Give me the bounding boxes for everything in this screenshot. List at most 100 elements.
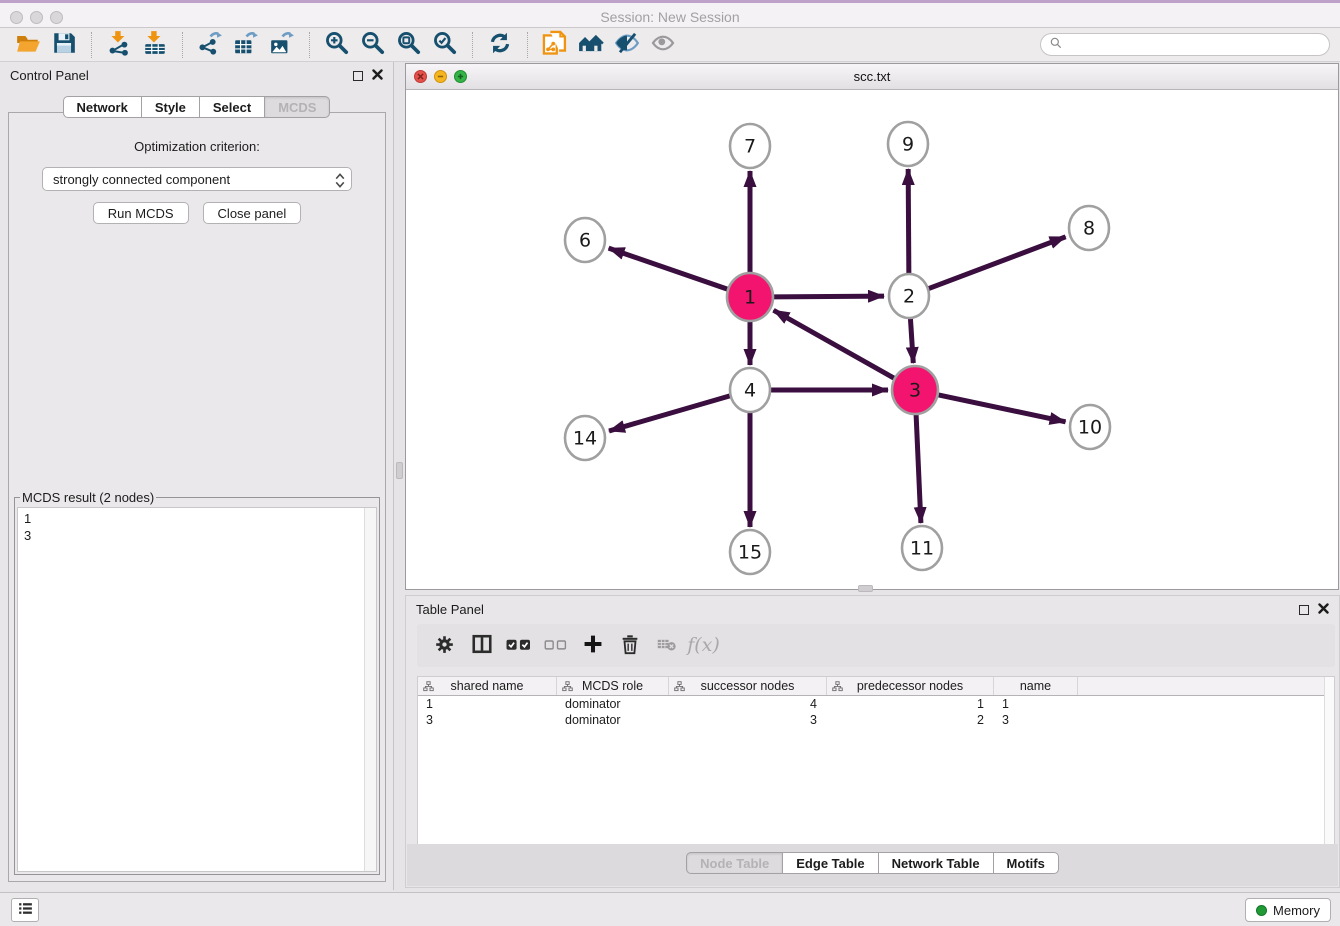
column-header-MCDS-role[interactable]: MCDS role — [557, 677, 669, 695]
zoom-out-button[interactable] — [355, 30, 391, 60]
table-cell-name[interactable]: 3 — [994, 712, 1078, 728]
vertical-splitter-handle[interactable] — [396, 462, 403, 479]
table-panel-close-icon[interactable] — [1318, 602, 1329, 617]
graph-edge-3-11[interactable] — [916, 414, 921, 523]
graph-edge-2-8[interactable] — [929, 237, 1066, 289]
graph-node-4[interactable]: 4 — [730, 368, 770, 412]
table-cell-shared-name[interactable]: 3 — [418, 712, 557, 728]
table-cell-shared-name[interactable]: 1 — [418, 696, 557, 712]
mcds-tab-content: Optimization criterion: strongly connect… — [8, 112, 386, 882]
table-row[interactable]: 3dominator323 — [418, 712, 1334, 728]
memory-button[interactable]: Memory — [1245, 898, 1331, 922]
settings-gear-icon — [434, 634, 455, 658]
column-tree-icon — [832, 681, 843, 695]
zoom-fit-button[interactable] — [391, 30, 427, 60]
export-network-icon — [197, 30, 223, 59]
tab-style[interactable]: Style — [142, 96, 200, 118]
close-panel-button[interactable]: Close panel — [203, 202, 302, 224]
tab-mcds[interactable]: MCDS — [265, 96, 330, 118]
table-cell-MCDS-role[interactable]: dominator — [557, 696, 669, 712]
node-table-header: shared nameMCDS rolesuccessor nodesprede… — [418, 677, 1334, 696]
table-row[interactable]: 1dominator411 — [418, 696, 1334, 712]
import-network-button[interactable] — [101, 30, 137, 60]
graph-edge-3-1[interactable] — [774, 310, 895, 378]
task-history-button[interactable] — [11, 898, 39, 922]
column-header-successor-nodes[interactable]: successor nodes — [669, 677, 827, 695]
graph-edge-1-2[interactable] — [774, 296, 884, 297]
app-title: Session: New Session — [0, 9, 1340, 25]
table-cell-successor-nodes[interactable]: 3 — [669, 712, 827, 728]
graph-node-10[interactable]: 10 — [1070, 405, 1110, 449]
tab-edge-table[interactable]: Edge Table — [783, 852, 878, 874]
table-cell-predecessor-nodes[interactable]: 1 — [827, 696, 994, 712]
table-panel-title: Table Panel — [416, 602, 484, 617]
column-tree-icon — [562, 681, 573, 695]
save-session-button[interactable] — [46, 30, 82, 60]
graph-node-7[interactable]: 7 — [730, 124, 770, 168]
select-all-checkboxes-button[interactable] — [500, 628, 537, 664]
graph-edge-1-6[interactable] — [609, 248, 728, 289]
column-header-predecessor-nodes[interactable]: predecessor nodes — [827, 677, 994, 695]
settings-gear-button[interactable] — [426, 628, 463, 664]
export-network-button[interactable] — [192, 30, 228, 60]
export-image-button[interactable] — [264, 30, 300, 60]
horizontal-splitter-handle[interactable] — [858, 585, 873, 592]
export-table-button[interactable] — [228, 30, 264, 60]
tab-motifs[interactable]: Motifs — [994, 852, 1059, 874]
import-network-icon — [106, 30, 132, 59]
graph-node-8[interactable]: 8 — [1069, 206, 1109, 250]
table-cell-name[interactable]: 1 — [994, 696, 1078, 712]
search-input[interactable] — [1068, 37, 1321, 52]
tab-network[interactable]: Network — [63, 96, 142, 118]
open-session-button[interactable] — [10, 30, 46, 60]
hide-selected-eye-button[interactable] — [609, 30, 645, 60]
hide-selected-eye-icon — [613, 30, 641, 59]
add-column-button[interactable] — [574, 628, 611, 664]
criterion-dropdown[interactable]: strongly connected component — [42, 167, 352, 191]
graph-canvas[interactable]: 7 9 6 8 1 2 4 3 14 10 15 11 — [406, 90, 1338, 589]
graph-edge-3-10[interactable] — [938, 395, 1065, 422]
graph-node-3[interactable]: 3 — [892, 366, 938, 414]
graph-node-14[interactable]: 14 — [565, 416, 605, 460]
svg-text:1: 1 — [744, 287, 756, 309]
import-table-button[interactable] — [137, 30, 173, 60]
clone-network-button[interactable] — [537, 30, 573, 60]
graph-node-6[interactable]: 6 — [565, 218, 605, 262]
graph-node-15[interactable]: 15 — [730, 530, 770, 574]
show-all-eye-button[interactable] — [645, 30, 681, 60]
column-header-shared-name[interactable]: shared name — [418, 677, 557, 695]
deselect-all-checkboxes-button[interactable] — [537, 628, 574, 664]
delete-column-button[interactable] — [611, 628, 648, 664]
control-panel-float-icon[interactable] — [353, 71, 363, 81]
graph-edge-2-3[interactable] — [910, 317, 913, 363]
run-mcds-button[interactable]: Run MCDS — [93, 202, 189, 224]
table-cell-successor-nodes[interactable]: 4 — [669, 696, 827, 712]
graph-node-11[interactable]: 11 — [902, 526, 942, 570]
table-panel-float-icon[interactable] — [1299, 605, 1309, 615]
mcds-result-fieldset: MCDS result (2 nodes) 13 — [14, 490, 380, 875]
zoom-selected-button[interactable] — [427, 30, 463, 60]
control-panel-close-icon[interactable] — [372, 68, 383, 83]
column-tree-icon — [674, 681, 685, 695]
search-box[interactable] — [1040, 33, 1330, 56]
graph-edge-4-14[interactable] — [609, 396, 730, 431]
refresh-layout-button[interactable] — [482, 30, 518, 60]
mcds-result-scrollbar[interactable] — [364, 508, 376, 871]
tab-select[interactable]: Select — [200, 96, 265, 118]
zoom-in-button[interactable] — [319, 30, 355, 60]
node-table-scrollbar[interactable] — [1324, 677, 1334, 845]
graph-edge-2-9[interactable] — [908, 169, 909, 275]
mcds-result-area[interactable]: 13 — [17, 507, 377, 872]
split-panel-button[interactable] — [463, 628, 500, 664]
graph-node-2[interactable]: 2 — [889, 274, 929, 318]
tab-network-table[interactable]: Network Table — [879, 852, 994, 874]
table-cell-predecessor-nodes[interactable]: 2 — [827, 712, 994, 728]
column-header-name[interactable]: name — [994, 677, 1078, 695]
graph-node-9[interactable]: 9 — [888, 122, 928, 166]
network-window-titlebar[interactable]: scc.txt — [406, 64, 1338, 90]
toolbar-separator — [91, 32, 92, 58]
table-cell-MCDS-role[interactable]: dominator — [557, 712, 669, 728]
two-houses-button[interactable] — [573, 30, 609, 60]
graph-node-1[interactable]: 1 — [727, 273, 773, 321]
tab-node-table[interactable]: Node Table — [686, 852, 783, 874]
